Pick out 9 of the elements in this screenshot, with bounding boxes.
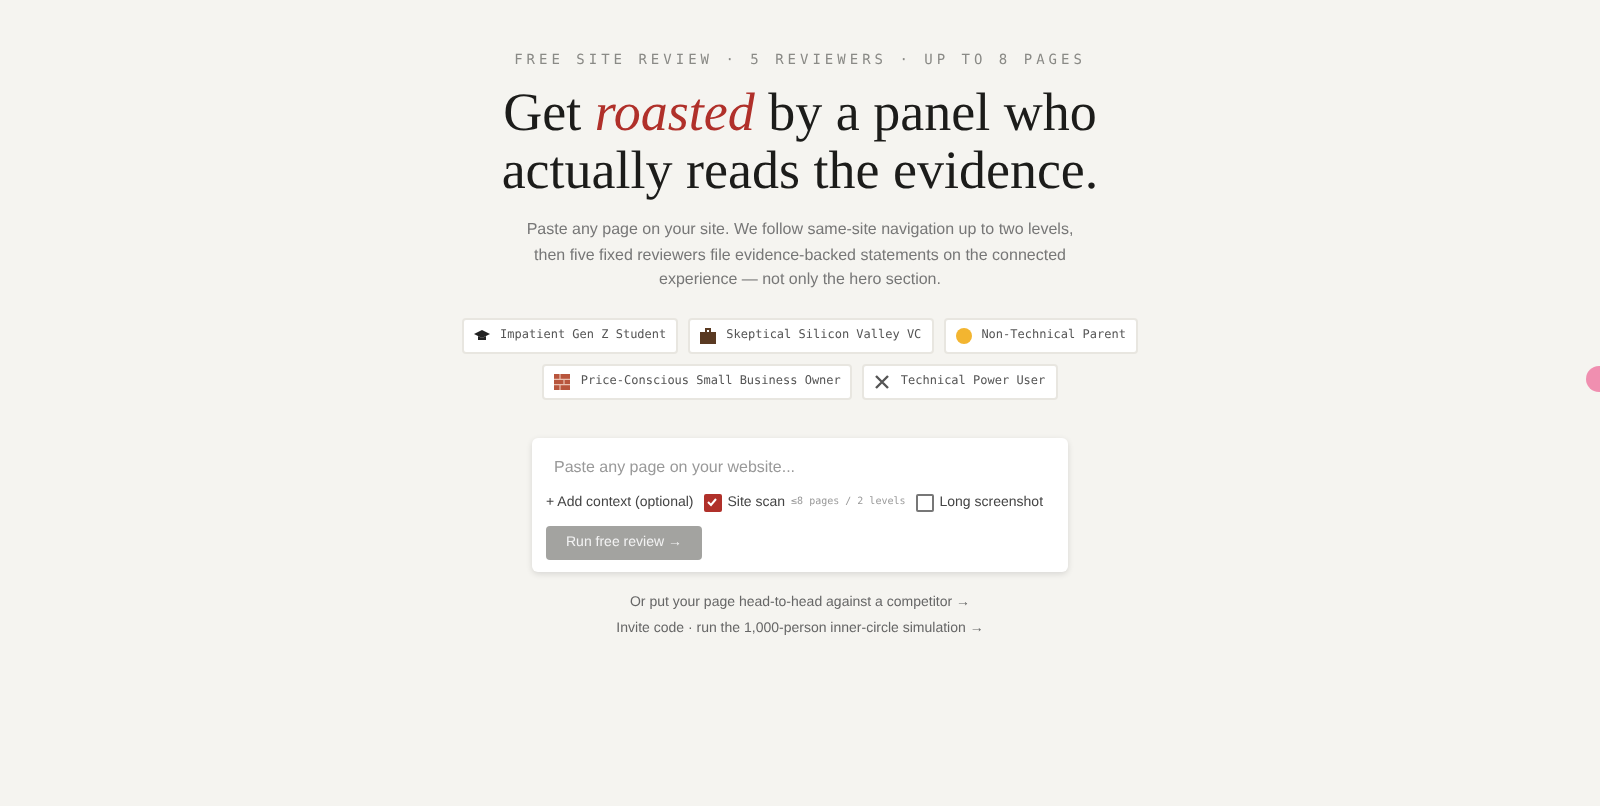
circle-icon — [955, 327, 972, 343]
url-input[interactable]: Paste any page on your website... — [546, 453, 1054, 479]
headline: Get roasted by a panel who actually reads the evidence. — [500, 84, 1100, 200]
checkbox[interactable] — [703, 493, 722, 511]
briefcase-icon — [700, 327, 717, 343]
intro-paragraph: Paste any page on your site. We follow same-site navigation up to two levels, then five fixed reviewers file evidence-backed statements on the connected experience — not only the hero section. — [524, 218, 1076, 292]
cap-icon — [474, 327, 491, 343]
brick-icon — [554, 373, 571, 389]
checkbox[interactable] — [915, 493, 934, 511]
